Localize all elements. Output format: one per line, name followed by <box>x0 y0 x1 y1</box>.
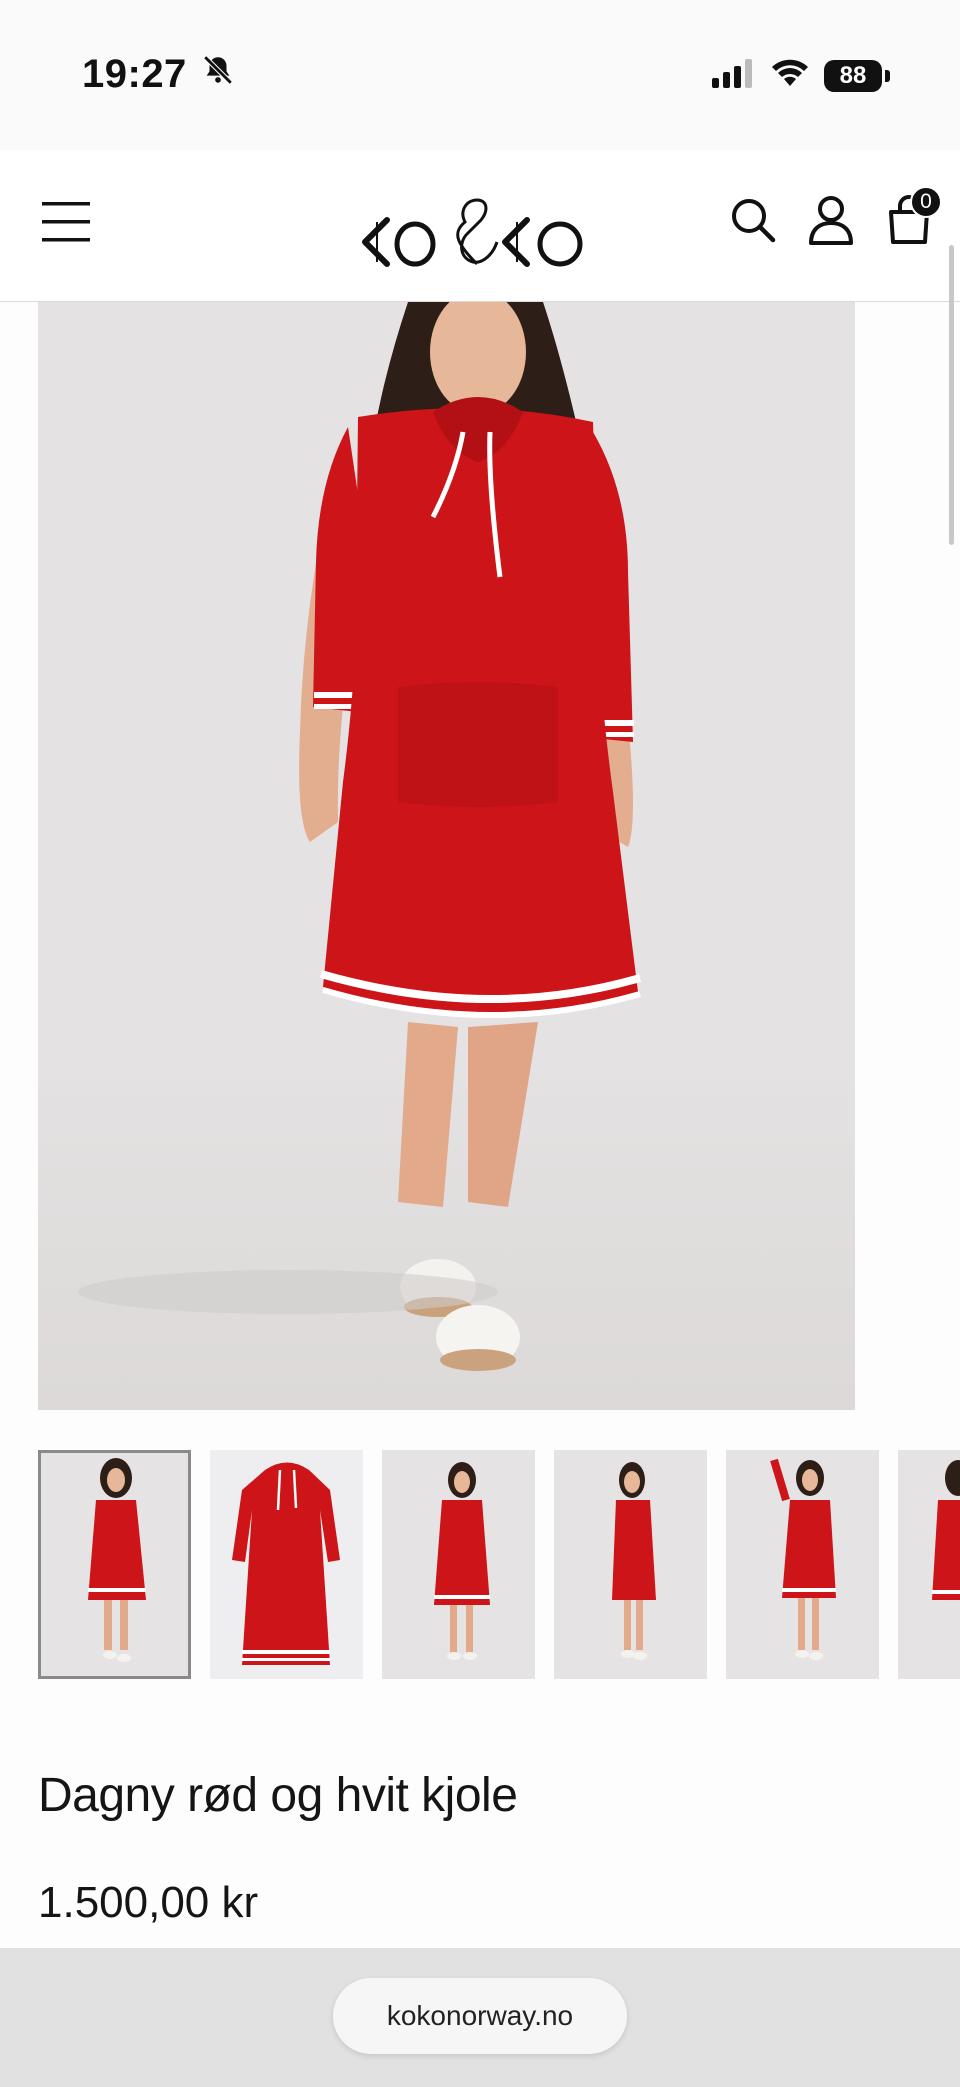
url-bar[interactable]: kokonorway.no <box>333 1978 627 2054</box>
bell-slash-icon <box>201 52 235 97</box>
cart-count-badge: 0 <box>910 186 942 218</box>
scrollbar[interactable] <box>949 245 954 545</box>
battery-level: 88 <box>824 59 882 92</box>
status-time: 19:27 <box>82 52 187 96</box>
status-right: 88 <box>712 58 890 93</box>
wifi-icon <box>770 58 810 93</box>
thumbnail-6[interactable] <box>898 1450 960 1679</box>
thumbnail-2[interactable] <box>210 1450 363 1679</box>
thumbnail-4[interactable] <box>554 1450 707 1679</box>
product-price: 1.500,00 kr <box>38 1878 259 1927</box>
menu-icon[interactable] <box>42 202 92 242</box>
account-icon[interactable] <box>806 192 856 248</box>
browser-bottom-bar: kokonorway.no <box>0 1948 960 2087</box>
status-bar: 19:27 88 <box>0 0 960 150</box>
battery-icon: 88 <box>824 59 890 92</box>
logo[interactable] <box>355 182 605 272</box>
status-time-group: 19:27 <box>82 52 235 97</box>
signal-icon <box>712 58 756 93</box>
product-main-image[interactable] <box>38 302 855 1410</box>
thumbnail-5[interactable] <box>726 1450 879 1679</box>
thumbnail-gallery <box>38 1450 960 1680</box>
thumbnail-1[interactable] <box>38 1450 191 1679</box>
header-icons: 0 <box>728 186 942 248</box>
search-icon[interactable] <box>728 192 778 248</box>
thumbnail-3[interactable] <box>382 1450 535 1679</box>
product-title: Dagny rød og hvit kjole <box>38 1769 518 1822</box>
cart-icon[interactable]: 0 <box>884 186 942 248</box>
site-header: 0 <box>0 150 960 302</box>
